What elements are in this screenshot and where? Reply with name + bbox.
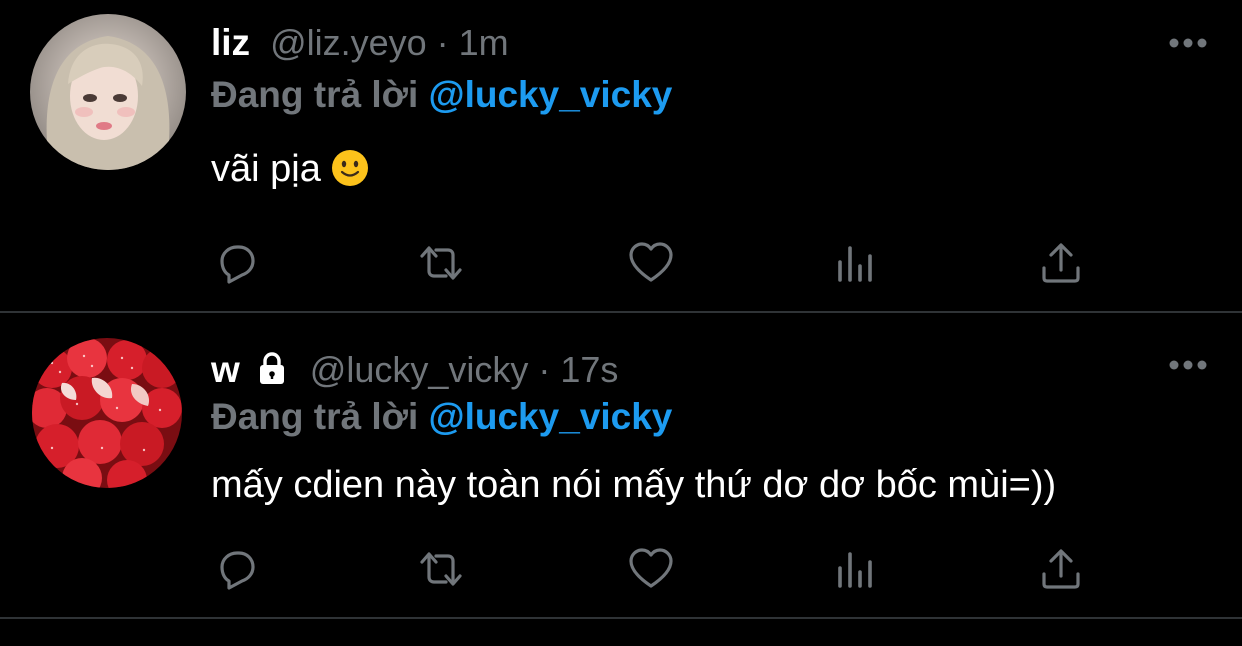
slightly-smiling-face-icon — [331, 149, 369, 187]
heart-icon[interactable] — [626, 544, 676, 594]
views-chart-icon[interactable] — [830, 238, 880, 288]
tweet-text-content: vãi pịa — [211, 148, 321, 190]
tweet-text: vãi pịa — [211, 148, 369, 191]
share-icon[interactable] — [1036, 544, 1086, 594]
more-horizontal-icon[interactable] — [1168, 358, 1208, 370]
reply-icon[interactable] — [212, 238, 262, 288]
more-horizontal-icon[interactable] — [1168, 36, 1208, 48]
tweet-text: mấy cdien này toàn nói mấy thứ dơ dơ bốc… — [211, 464, 1056, 507]
tweet-text-content: mấy cdien này toàn nói mấy thứ dơ dơ bốc… — [211, 464, 1057, 506]
tweet-divider — [0, 311, 1242, 313]
retweet-icon[interactable] — [416, 544, 466, 594]
replying-to-label: Đang trả lời — [211, 74, 419, 115]
tweet-actions — [0, 238, 1242, 288]
replying-to-label: Đang trả lời — [211, 396, 419, 437]
lock-icon — [254, 350, 290, 386]
avatar[interactable] — [30, 14, 186, 170]
replying-to: Đang trả lời @lucky_vicky — [211, 396, 672, 438]
separator-dot: · — [538, 349, 551, 390]
reply-mention-link[interactable]: @lucky_vicky — [429, 396, 673, 437]
timestamp[interactable]: 1m — [459, 22, 509, 64]
replying-to: Đang trả lời @lucky_vicky — [211, 74, 672, 116]
user-handle[interactable]: @lucky_vicky — [310, 349, 529, 391]
views-chart-icon[interactable] — [830, 544, 880, 594]
tweet-header: liz @liz.yeyo · 1m — [211, 22, 509, 66]
tweet[interactable]: w @lucky_vicky · 17s Đang trả lời @lucky… — [0, 314, 1242, 618]
reply-icon[interactable] — [212, 544, 262, 594]
tweet[interactable]: liz @liz.yeyo · 1m Đang trả lời @lucky_v… — [0, 0, 1242, 312]
reply-mention-link[interactable]: @lucky_vicky — [429, 74, 673, 115]
retweet-icon[interactable] — [416, 238, 466, 288]
tweet-header: w @lucky_vicky · 17s — [211, 346, 618, 390]
display-name[interactable]: liz — [211, 22, 250, 64]
tweet-actions — [0, 544, 1242, 594]
share-icon[interactable] — [1036, 238, 1086, 288]
user-handle[interactable]: @liz.yeyo — [270, 22, 427, 64]
timestamp[interactable]: 17s — [560, 349, 618, 391]
separator-dot: · — [436, 22, 449, 63]
display-name[interactable]: w — [211, 349, 240, 391]
tweet-divider — [0, 617, 1242, 619]
avatar[interactable] — [32, 338, 182, 488]
heart-icon[interactable] — [626, 238, 676, 288]
